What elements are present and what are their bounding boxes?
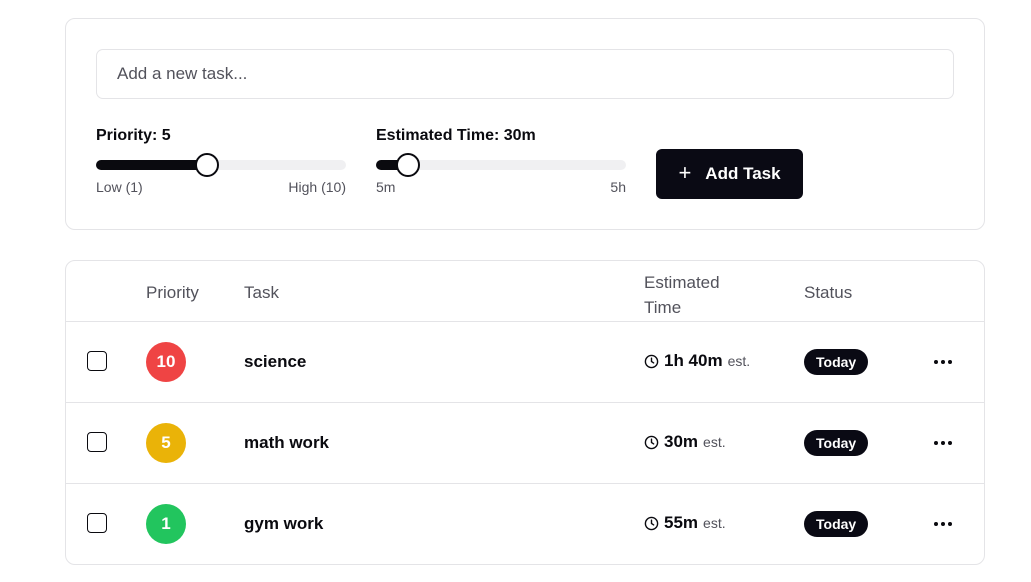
header-priority: Priority <box>146 283 199 302</box>
task-name: math work <box>244 433 330 452</box>
priority-badge: 1 <box>146 504 186 544</box>
more-options-icon[interactable] <box>931 350 955 374</box>
clock-icon <box>644 516 659 530</box>
priority-badge: 10 <box>146 342 186 382</box>
estimated-time-cell: 1h 40m est. <box>644 351 750 371</box>
new-task-input[interactable] <box>96 49 954 99</box>
priority-slider-group: Priority: 5 Low (1) High (10) <box>96 126 346 195</box>
estimated-time-max-label: 5h <box>610 179 626 195</box>
header-status: Status <box>804 283 853 302</box>
time-suffix: est. <box>703 434 726 450</box>
estimated-time-cell: 55m est. <box>644 513 726 533</box>
estimated-time-slider[interactable] <box>376 153 626 177</box>
task-name: gym work <box>244 514 324 533</box>
estimated-time-cell: 30m est. <box>644 432 726 452</box>
priority-slider[interactable] <box>96 153 346 177</box>
time-value: 30m <box>664 432 699 451</box>
table-row: 10 science 1h 40m est. Today <box>66 322 984 403</box>
time-suffix: est. <box>727 353 751 369</box>
table-row: 1 gym work 55m est. Today <box>66 484 984 564</box>
status-badge: Today <box>804 430 869 456</box>
time-value: 1h 40m <box>664 351 723 370</box>
header-task: Task <box>244 283 279 302</box>
task-table: Priority Task Estimated Time Status 10 s… <box>65 260 985 565</box>
time-suffix: est. <box>703 515 726 531</box>
task-checkbox[interactable] <box>87 351 107 371</box>
table-row: 5 math work 30m est. Today <box>66 403 984 484</box>
estimated-time-slider-thumb[interactable] <box>396 153 420 177</box>
clock-icon <box>644 354 659 368</box>
status-badge: Today <box>804 511 869 537</box>
table-header: Priority Task Estimated Time Status <box>66 261 984 322</box>
add-task-form: Priority: 5 Low (1) High (10) Estimated … <box>65 18 985 230</box>
task-checkbox[interactable] <box>87 432 107 452</box>
time-value: 55m <box>664 513 699 532</box>
task-name: science <box>244 352 307 371</box>
priority-max-label: High (10) <box>288 179 346 195</box>
priority-badge: 5 <box>146 423 186 463</box>
more-options-icon[interactable] <box>931 512 955 536</box>
add-task-button[interactable]: + Add Task <box>656 149 803 199</box>
more-options-icon[interactable] <box>931 431 955 455</box>
priority-slider-fill <box>96 160 207 170</box>
status-badge: Today <box>804 349 869 375</box>
task-checkbox[interactable] <box>87 513 107 533</box>
header-estimated-time: Estimated Time <box>644 273 720 317</box>
priority-label: Priority: 5 <box>96 127 171 144</box>
add-task-button-label: Add Task <box>705 164 781 183</box>
clock-icon <box>644 435 659 449</box>
estimated-time-label: Estimated Time: 30m <box>376 127 536 144</box>
priority-slider-thumb[interactable] <box>195 153 219 177</box>
estimated-time-min-label: 5m <box>376 179 396 195</box>
estimated-time-slider-group: Estimated Time: 30m 5m 5h <box>376 126 626 195</box>
priority-min-label: Low (1) <box>96 179 143 195</box>
plus-icon: + <box>678 160 692 185</box>
